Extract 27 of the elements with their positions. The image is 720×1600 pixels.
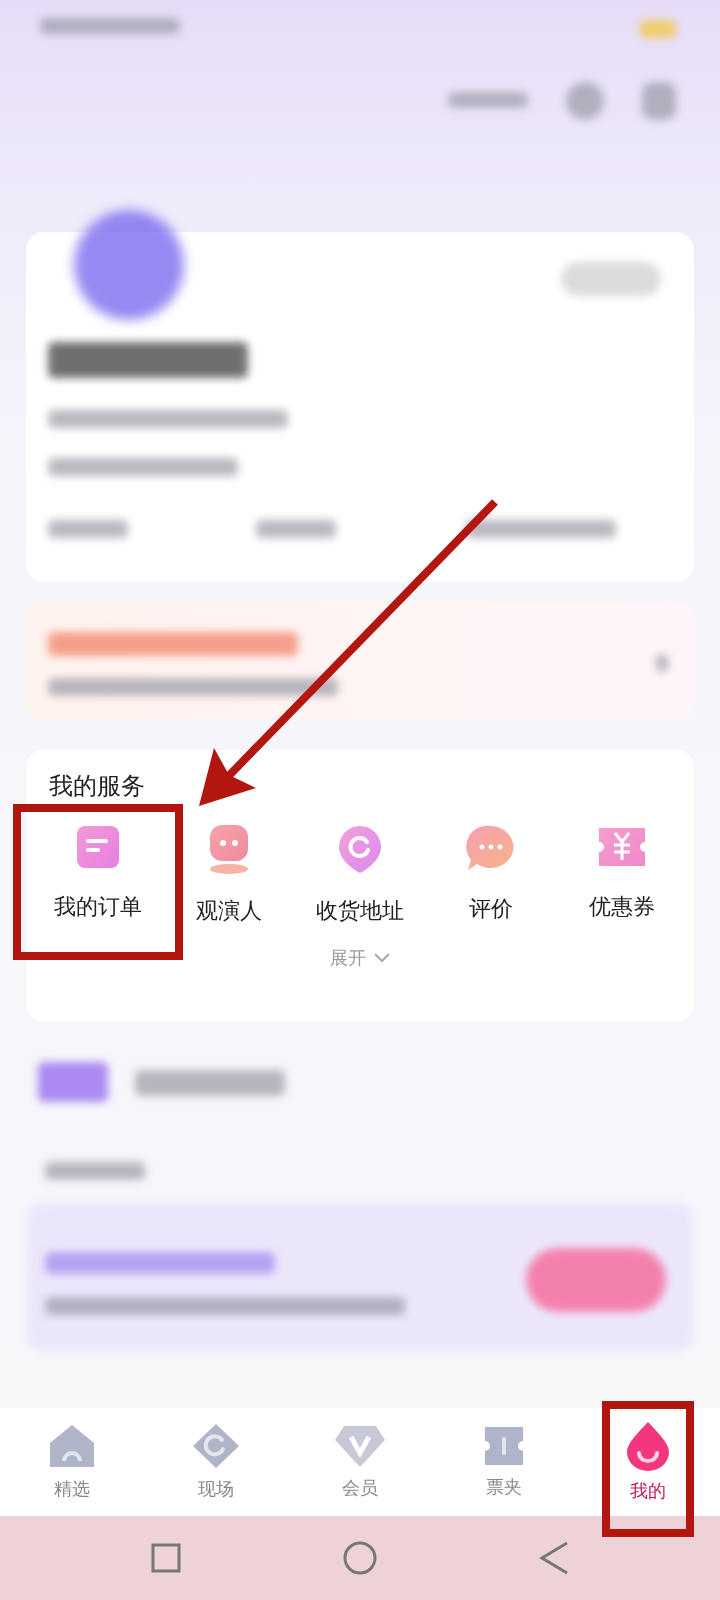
service-item[interactable]: 我的订单	[37, 824, 158, 926]
tab-item[interactable]: 票夹	[454, 1425, 554, 1499]
service-item[interactable]: 优惠券	[562, 824, 683, 926]
service-item[interactable]: 评价	[431, 824, 552, 926]
tab-item[interactable]: 会员	[310, 1424, 410, 1500]
smile-drop-icon	[625, 1421, 671, 1471]
service-item[interactable]: 收货地址	[299, 824, 420, 926]
tab-item[interactable]: 我的	[598, 1421, 698, 1503]
back-icon[interactable]	[539, 1541, 569, 1575]
home-circle-icon[interactable]	[343, 1541, 377, 1575]
ticket-icon	[483, 1425, 525, 1467]
home-icon	[48, 1423, 96, 1469]
diamond-ring-icon	[192, 1423, 240, 1469]
blurred-icon	[656, 654, 668, 672]
blurred-icon	[566, 82, 604, 120]
document-icon	[74, 824, 121, 870]
recent-apps-icon[interactable]	[151, 1543, 181, 1573]
diamond-icon	[334, 1424, 386, 1468]
chevron-down-icon	[374, 953, 390, 963]
blurred-battery	[640, 20, 676, 38]
location-pin-icon	[336, 824, 383, 874]
section-title: 我的服务	[49, 771, 146, 802]
blurred-icon	[38, 1062, 108, 1102]
tab-item[interactable]: 现场	[166, 1423, 266, 1501]
service-item[interactable]: 观演人	[168, 824, 289, 926]
tab-item[interactable]: 精选	[22, 1423, 122, 1501]
blurred-icon	[642, 82, 676, 120]
